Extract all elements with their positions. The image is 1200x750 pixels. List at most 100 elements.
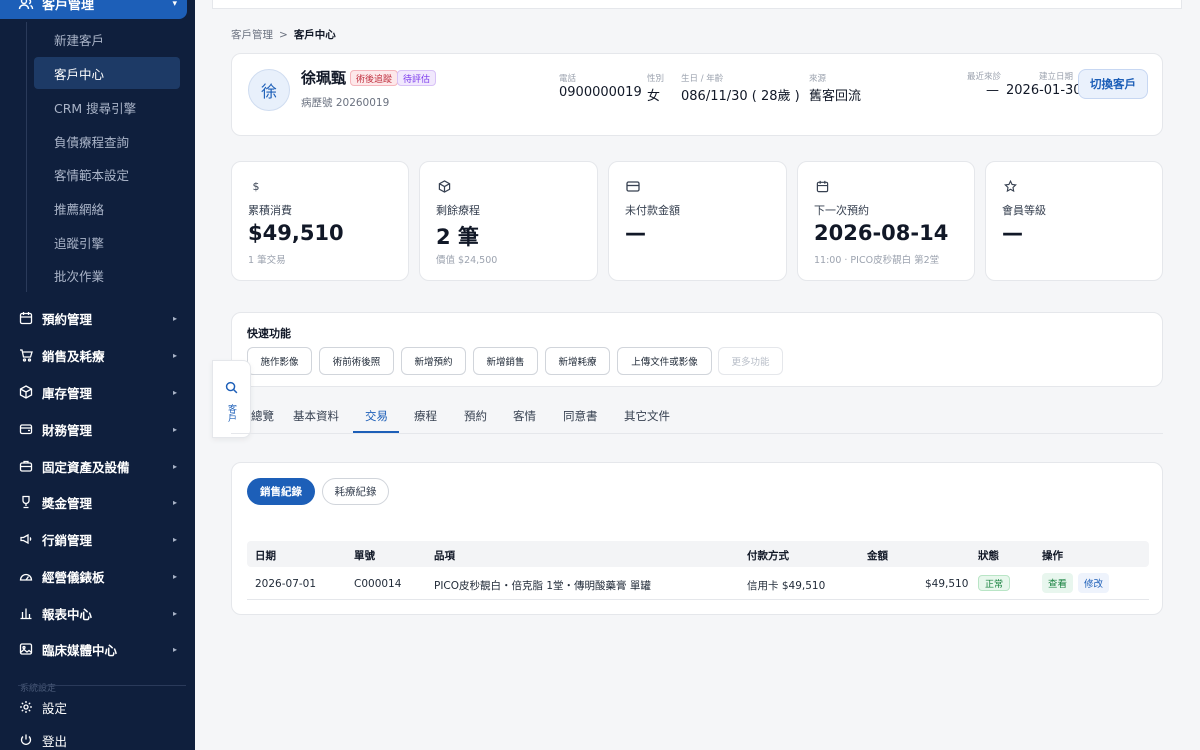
birth-label: 生日 / 年齡	[681, 74, 724, 84]
tab-treatments[interactable]: 療程	[414, 408, 437, 424]
tag-post-op-followup: 術後追蹤	[350, 70, 399, 86]
consumption-records-toggle[interactable]: 耗療紀錄	[322, 478, 389, 505]
sidebar-item-dashboard[interactable]: 經營儀錶板 ▸	[0, 558, 195, 594]
edit-button[interactable]: 修改	[1078, 573, 1110, 593]
chevron-right-icon: ▸	[172, 644, 177, 654]
sales-records-toggle[interactable]: 銷售紀錄	[247, 478, 315, 505]
chevron-right-icon: ▸	[172, 350, 177, 360]
chevron-right-icon: ▸	[172, 571, 177, 581]
sidebar-item-settings[interactable]: 設定	[0, 691, 195, 723]
sidebar-item-label: 臨床媒體中心	[42, 642, 118, 658]
source-label: 來源	[809, 74, 827, 84]
created-date-value: 2026-01-30	[1006, 83, 1082, 98]
sidebar-item-label: 報表中心	[42, 606, 93, 622]
gauge-icon	[18, 568, 34, 584]
sidebar-item-appointments[interactable]: 預約管理 ▸	[0, 300, 195, 336]
tab-overview[interactable]: 總覽	[251, 408, 274, 424]
quick-button-upload-document[interactable]: 上傳文件或影像	[617, 347, 712, 375]
quick-button-new-consumption[interactable]: 新增耗療	[545, 347, 610, 375]
transaction-records-card: 銷售紀錄 耗療紀錄 日期 單號 品項 付款方式 金額 狀態 操作 2026-07…	[231, 462, 1163, 615]
sidebar-section-customer-management[interactable]: 客戶管理 ▾	[0, 0, 187, 19]
sidebar-item-sales[interactable]: 銷售及耗療 ▸	[0, 337, 195, 373]
sidebar-item-fixed-assets[interactable]: 固定資產及設備 ▸	[0, 448, 195, 484]
submenu-guide-line	[26, 22, 27, 292]
view-button[interactable]: 查看	[1042, 573, 1074, 593]
sidebar-sub-referral-network[interactable]: 推薦網絡	[34, 192, 180, 224]
cell-date: 2026-07-01	[255, 578, 317, 590]
source-value: 舊客回流	[809, 89, 862, 104]
breadcrumb: 客戶管理 > 客戶中心	[231, 27, 336, 42]
chevron-right-icon: ▸	[172, 387, 177, 397]
sidebar-item-label: 獎金管理	[42, 495, 93, 511]
quick-button-treatment-images[interactable]: 施作影像	[247, 347, 312, 375]
sidebar-item-label: 行銷管理	[42, 532, 93, 548]
gender-label: 性別	[647, 74, 665, 84]
stat-label: 未付款金額	[625, 204, 680, 217]
stat-card-remaining-treatments: 剩餘療程 2 筆 價值 $24,500	[419, 161, 598, 281]
quick-functions-title: 快速功能	[247, 327, 291, 340]
calendar-icon	[814, 178, 830, 194]
stat-value: 2 筆	[436, 225, 479, 249]
column-header-payment: 付款方式	[747, 550, 789, 562]
chevron-right-icon: ▸	[172, 461, 177, 471]
breadcrumb-separator: >	[279, 29, 288, 41]
gear-icon	[18, 699, 34, 715]
cell-number: C000014	[354, 578, 402, 590]
breadcrumb-parent[interactable]: 客戶管理	[231, 29, 273, 41]
chevron-right-icon: ▸	[172, 424, 177, 434]
stat-value: $49,510	[248, 221, 344, 245]
sidebar-sub-template-settings[interactable]: 客情範本設定	[34, 158, 180, 190]
avatar: 徐	[248, 69, 290, 111]
sidebar-sub-customer-center[interactable]: 客戶中心	[34, 57, 180, 89]
sidebar-item-inventory[interactable]: 庫存管理 ▸	[0, 374, 195, 410]
box-icon	[18, 384, 34, 400]
star-icon	[1002, 178, 1018, 194]
sidebar-sub-tracking-engine[interactable]: 追蹤引擎	[34, 226, 180, 258]
sidebar-item-bonus[interactable]: 獎金管理 ▸	[0, 484, 195, 520]
birth-value: 086/11/30 ( 28歲 )	[681, 89, 800, 104]
quick-button-new-appointment[interactable]: 新增預約	[401, 347, 466, 375]
sidebar-item-clinical-media[interactable]: 臨床媒體中心 ▸	[0, 631, 195, 667]
sidebar-item-label: 庫存管理	[42, 385, 93, 401]
stat-sub: 1 筆交易	[248, 255, 286, 266]
stat-card-member-level: 會員等級 —	[985, 161, 1163, 281]
column-header-number: 單號	[354, 550, 375, 562]
tab-consent-forms[interactable]: 同意書	[563, 408, 598, 424]
sidebar-item-reports[interactable]: 報表中心 ▸	[0, 595, 195, 631]
briefcase-icon	[18, 458, 34, 474]
card-icon	[625, 178, 641, 194]
cell-amount: $49,510	[925, 578, 969, 590]
dollar-icon: $	[252, 179, 260, 193]
gender-value: 女	[647, 89, 661, 104]
stat-sub: 11:00 · PICO皮秒靚白 第2堂	[814, 255, 940, 266]
switch-customer-button[interactable]: 切換客戶	[1078, 69, 1148, 99]
sidebar-sub-debt-treatment[interactable]: 負債療程查詢	[34, 125, 180, 157]
quick-button-before-after-photos[interactable]: 術前術後照	[319, 347, 394, 375]
table-header: 日期 單號 品項 付款方式 金額 狀態 操作	[247, 541, 1149, 567]
tab-transactions[interactable]: 交易	[365, 408, 388, 424]
stat-card-next-appointment: 下一次預約 2026-08-14 11:00 · PICO皮秒靚白 第2堂	[797, 161, 975, 281]
column-header-item: 品項	[434, 550, 455, 562]
sidebar-sub-crm-search[interactable]: CRM 搜尋引擎	[34, 91, 180, 123]
column-header-amount: 金額	[867, 550, 888, 562]
stat-value: —	[1002, 221, 1023, 245]
tab-other-documents[interactable]: 其它文件	[624, 408, 670, 424]
sidebar-item-finance[interactable]: 財務管理 ▸	[0, 411, 195, 447]
tab-basic-info[interactable]: 基本資料	[293, 408, 339, 424]
sidebar-item-label: 經營儀錶板	[42, 569, 105, 585]
phone-value: 0900000019	[559, 85, 642, 100]
stat-card-total-spending: $ 累積消費 $49,510 1 筆交易	[231, 161, 409, 281]
quick-button-new-sale[interactable]: 新增銷售	[473, 347, 538, 375]
top-bar	[212, 0, 1182, 9]
sidebar-item-marketing[interactable]: 行銷管理 ▸	[0, 521, 195, 557]
tab-appointments[interactable]: 預約	[464, 408, 487, 424]
cell-payment: 信用卡 $49,510	[747, 580, 826, 592]
quick-button-more[interactable]: 更多功能	[718, 347, 783, 375]
users-icon	[18, 0, 34, 12]
tab-relations[interactable]: 客情	[513, 408, 536, 424]
sidebar-sub-new-customer[interactable]: 新建客戶	[34, 23, 180, 55]
sidebar-sub-batch-jobs[interactable]: 批次作業	[34, 259, 180, 291]
logout-label: 登出	[42, 733, 68, 749]
sidebar-item-logout[interactable]: 登出	[0, 724, 195, 750]
column-header-status: 狀態	[978, 550, 999, 562]
